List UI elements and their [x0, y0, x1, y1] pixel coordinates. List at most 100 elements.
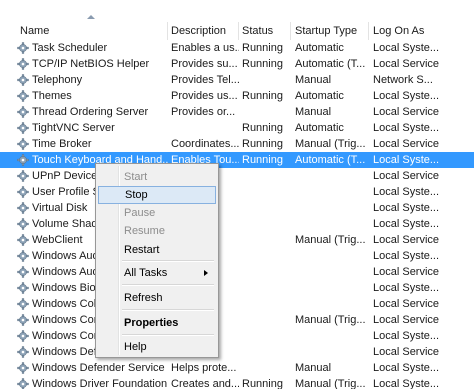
- menu-separator: [122, 284, 214, 286]
- column-header-status[interactable]: Status: [237, 22, 290, 40]
- service-status: [242, 296, 292, 312]
- menu-item-resume: Resume: [98, 222, 216, 240]
- menu-separator: [122, 260, 214, 262]
- menu-item-stop[interactable]: Stop: [98, 186, 216, 204]
- service-startup-type: [295, 344, 370, 360]
- service-startup-type: Manual: [295, 106, 332, 118]
- table-row[interactable]: Time Broker Coordinates... Running Manual (…: [0, 136, 474, 152]
- service-startup-type: Automatic (T...: [295, 154, 366, 166]
- service-status: [242, 232, 292, 248]
- service-log-on-as: Local Service: [373, 106, 440, 118]
- service-description: Coordinates...: [171, 138, 239, 150]
- gear-icon: [17, 170, 29, 182]
- service-status: Running: [242, 122, 283, 134]
- gear-icon: [17, 42, 29, 54]
- table-row[interactable]: Task Scheduler Enables a us... Running Auto…: [0, 40, 474, 56]
- gear-icon: [17, 138, 29, 150]
- table-row[interactable]: Windows Aud Local Syste...: [0, 248, 474, 264]
- gear-icon: [17, 218, 29, 230]
- service-log-on-as: Local Syste...: [373, 362, 440, 374]
- menu-item-restart[interactable]: Restart: [98, 241, 216, 259]
- service-startup-type: Manual (Trig...: [295, 314, 366, 326]
- table-row[interactable]: Thread Ordering Server Provides or... Manu…: [0, 104, 474, 120]
- service-status: [242, 328, 292, 344]
- column-header-startup-type[interactable]: Startup Type: [290, 22, 368, 40]
- menu-item-label: Stop: [125, 189, 148, 201]
- service-log-on-as: Local Syste...: [373, 122, 440, 134]
- table-row[interactable]: Themes Provides us... Running Automatic Loca…: [0, 88, 474, 104]
- menu-item-label: Pause: [124, 207, 156, 219]
- services-list: Task Scheduler Enables a us... Running Auto…: [0, 40, 474, 389]
- service-status: Running: [242, 138, 283, 150]
- table-row[interactable]: User Profile Se Local Syste...: [0, 184, 474, 200]
- service-log-on-as: Local Syste...: [373, 186, 440, 198]
- table-row[interactable]: Windows Colo Local Service: [0, 296, 474, 312]
- service-startup-type: Automatic: [295, 42, 344, 54]
- service-startup-type: Automatic: [295, 90, 344, 102]
- table-row[interactable]: TightVNC Server Running Automatic Local Sys…: [0, 120, 474, 136]
- table-row[interactable]: Touch Keyboard and Hand... Enables Tou...…: [0, 152, 474, 168]
- service-status: Running: [242, 90, 283, 102]
- service-log-on-as: Local Syste...: [373, 42, 440, 54]
- service-status: [242, 184, 292, 200]
- service-status: [242, 216, 292, 232]
- service-status: [242, 344, 292, 360]
- service-log-on-as: Local Syste...: [373, 330, 440, 342]
- gear-icon: [17, 90, 29, 102]
- table-row[interactable]: TCP/IP NetBIOS Helper Provides su... Runni…: [0, 56, 474, 72]
- service-description: Creates and...: [171, 378, 239, 389]
- service-startup-type: [295, 184, 370, 200]
- menu-item-label: Restart: [124, 244, 160, 256]
- service-status: [242, 248, 292, 264]
- service-log-on-as: Network S...: [373, 74, 433, 86]
- menu-item-properties[interactable]: Properties: [98, 314, 216, 332]
- table-row[interactable]: Windows Aud Local Service: [0, 264, 474, 280]
- table-row[interactable]: Windows Defender Service Helps prote... Ma…: [0, 360, 474, 376]
- menu-item-refresh[interactable]: Refresh: [98, 289, 216, 307]
- service-log-on-as: Local Service: [373, 234, 440, 246]
- gear-icon: [17, 202, 29, 214]
- table-row[interactable]: Windows Con Local Syste...: [0, 328, 474, 344]
- service-status: [242, 312, 292, 328]
- sort-ascending-icon: [87, 15, 95, 19]
- context-menu: Start Stop Pause Resume Restart All Tasks Refr…: [95, 163, 219, 358]
- menu-separator: [122, 309, 214, 311]
- service-log-on-as: Local Syste...: [373, 282, 440, 294]
- service-startup-type: [295, 216, 370, 232]
- service-name: Windows Driver Foundation...: [32, 378, 168, 389]
- service-name: Task Scheduler: [32, 42, 108, 54]
- service-log-on-as: Local Service: [373, 298, 440, 310]
- gear-icon: [17, 154, 29, 166]
- table-row[interactable]: UPnP Device H Local Service: [0, 168, 474, 184]
- gear-icon: [17, 330, 29, 342]
- table-row[interactable]: Volume Shado Local Syste...: [0, 216, 474, 232]
- service-status: Running: [242, 154, 283, 166]
- menu-item-label: Resume: [124, 225, 165, 237]
- table-row[interactable]: Virtual Disk Local Syste...: [0, 200, 474, 216]
- gear-icon: [17, 314, 29, 326]
- service-startup-type: [295, 264, 370, 280]
- column-header-name[interactable]: Name: [15, 22, 167, 40]
- column-header-log-on-as[interactable]: Log On As: [368, 22, 474, 40]
- service-log-on-as: Local Syste...: [373, 202, 440, 214]
- service-log-on-as: Local Service: [373, 170, 440, 182]
- menu-item-all-tasks[interactable]: All Tasks: [98, 264, 216, 282]
- service-status: [242, 264, 292, 280]
- menu-item-label: Start: [124, 171, 148, 183]
- service-status: [242, 200, 292, 216]
- service-startup-type: [295, 168, 370, 184]
- gear-icon: [17, 106, 29, 118]
- column-header-description[interactable]: Description: [166, 22, 238, 40]
- table-row[interactable]: WebClient Manual (Trig... Local Service: [0, 232, 474, 248]
- table-row[interactable]: Windows Defender Network...Local Service: [0, 344, 474, 360]
- table-row[interactable]: Telephony Provides Tel... Manual Network S.…: [0, 72, 474, 88]
- service-startup-type: [295, 296, 370, 312]
- service-log-on-as: Local Service: [373, 138, 440, 150]
- menu-item-help[interactable]: Help: [98, 338, 216, 356]
- table-row[interactable]: Windows Biom Local Syste...: [0, 280, 474, 296]
- service-log-on-as: Local Syste...: [373, 90, 440, 102]
- service-status: Running: [242, 58, 283, 70]
- table-row[interactable]: Windows Con Manual (Trig... Local Service: [0, 312, 474, 328]
- service-startup-type: Manual (Trig...: [295, 378, 366, 389]
- table-row[interactable]: Windows Driver Foundation... Creates and.…: [0, 376, 474, 389]
